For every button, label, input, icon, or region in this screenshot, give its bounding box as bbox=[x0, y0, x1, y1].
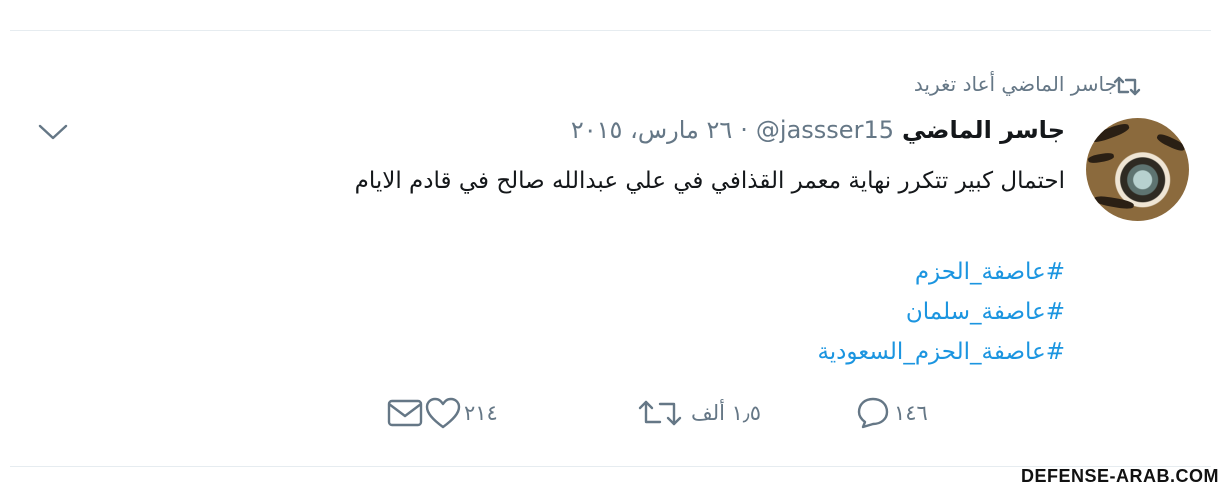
like-and-dm-group: ٢١٤ bbox=[386, 393, 498, 433]
hashtag-list: #عاصفة_الحزم #عاصفة_سلمان #عاصفة_الحزم_ا… bbox=[817, 252, 1065, 372]
separator: · bbox=[740, 116, 748, 144]
heart-icon[interactable] bbox=[424, 396, 462, 430]
user-handle[interactable]: @jassser15 bbox=[756, 116, 894, 144]
retweet-icon bbox=[1113, 76, 1141, 96]
reply-button[interactable]: ١٤٦ bbox=[854, 393, 928, 433]
tweet-text: احتمال كبير تتكرر نهاية معمر القذافي في … bbox=[354, 168, 1065, 194]
reply-icon bbox=[857, 397, 889, 429]
chevron-down-icon[interactable] bbox=[36, 120, 70, 144]
retweet-button[interactable]: ١٫٥ ألف bbox=[637, 393, 761, 433]
envelope-icon[interactable] bbox=[386, 396, 424, 430]
hashtag-link[interactable]: #عاصفة_الحزم bbox=[817, 252, 1065, 292]
hashtag-link[interactable]: #عاصفة_الحزم_السعودية bbox=[817, 332, 1065, 372]
retweet-context-label[interactable]: جاسر الماضي أعاد تغريد bbox=[914, 72, 1117, 96]
retweet-count: ١٫٥ ألف bbox=[691, 401, 762, 425]
display-name[interactable]: جاسر الماضي bbox=[902, 116, 1065, 144]
avatar[interactable] bbox=[1086, 118, 1189, 221]
tweet-date[interactable]: ٢٦ مارس، ٢٠١٥ bbox=[571, 116, 732, 144]
like-count[interactable]: ٢١٤ bbox=[464, 401, 498, 425]
hashtag-link[interactable]: #عاصفة_سلمان bbox=[817, 292, 1065, 332]
watermark: DEFENSE-ARAB.COM bbox=[1020, 466, 1219, 486]
tweet-header: جاسر الماضي @jassser15 · ٢٦ مارس، ٢٠١٥ bbox=[571, 116, 1065, 144]
reply-count: ١٤٦ bbox=[894, 401, 928, 425]
top-divider bbox=[10, 30, 1211, 31]
retweet-icon bbox=[638, 400, 682, 426]
